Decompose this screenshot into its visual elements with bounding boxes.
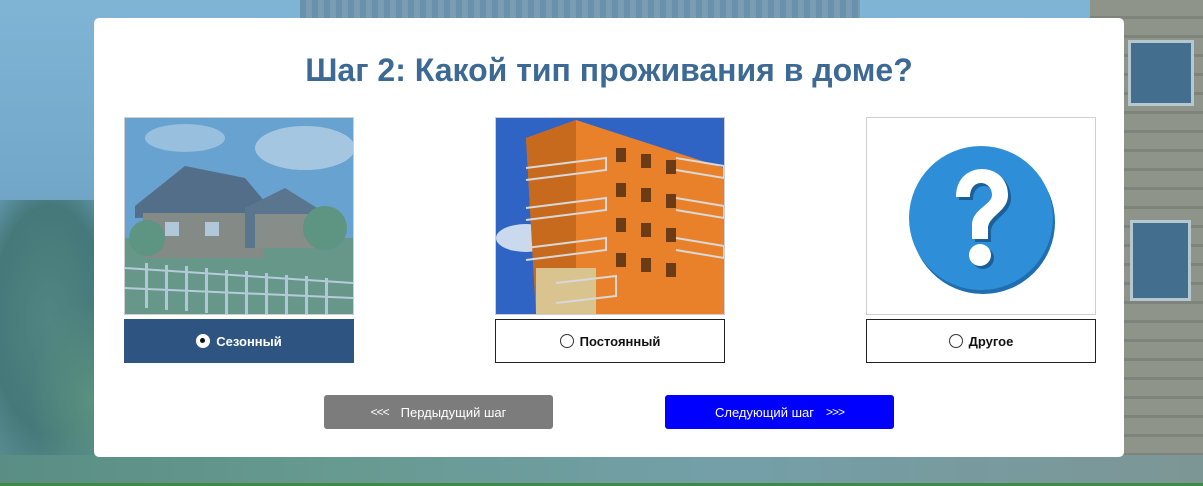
option-permanent-text: Постоянный [579, 333, 661, 349]
next-step-label: Следующий шаг [714, 404, 814, 420]
option-permanent-label[interactable]: Постоянный [495, 319, 725, 363]
radio-unchecked-icon[interactable] [948, 334, 963, 348]
apartment-building-image[interactable] [495, 117, 725, 315]
option-other[interactable]: Другое [866, 117, 1096, 363]
double-chevron-left-icon: <<< [370, 405, 390, 419]
option-other-label[interactable]: Другое [866, 319, 1096, 363]
step-title: Шаг 2: Какой тип проживания в доме? [305, 52, 913, 88]
quiz-card: Шаг 2: Какой тип проживания в доме? Сезо… [94, 18, 1124, 457]
option-seasonal-label[interactable]: Сезонный [124, 319, 354, 363]
double-chevron-right-icon: >>> [825, 405, 845, 419]
option-permanent[interactable]: Постоянный [495, 117, 725, 363]
option-other-text: Другое [968, 333, 1014, 349]
next-step-button[interactable]: Следующий шаг >>> [665, 395, 894, 429]
radio-unchecked-icon[interactable] [559, 334, 574, 348]
option-seasonal-text: Сезонный [216, 333, 282, 349]
previous-step-label: Пердыдущий шаг [400, 404, 507, 420]
option-seasonal[interactable]: Сезонный [124, 117, 354, 363]
radio-checked-icon[interactable] [196, 334, 211, 348]
previous-step-button[interactable]: <<< Пердыдущий шаг [324, 395, 553, 429]
country-house-image[interactable] [124, 117, 354, 315]
question-image[interactable] [866, 117, 1096, 315]
